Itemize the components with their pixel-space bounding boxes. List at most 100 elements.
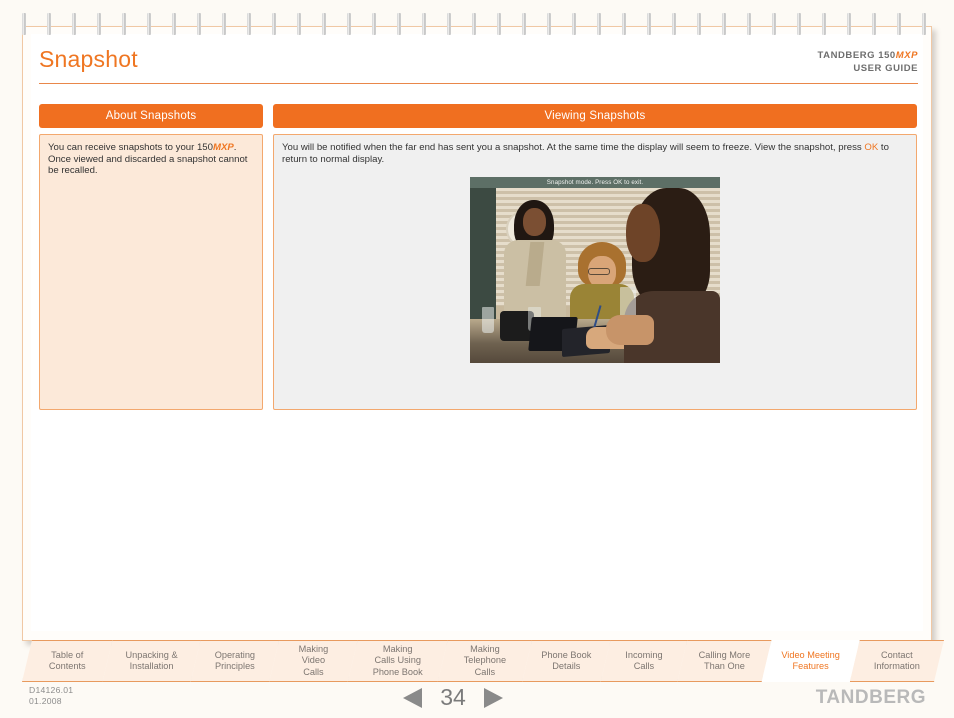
binding-ring [322,13,326,35]
binding-ring [447,13,451,35]
binding-ring [272,13,276,35]
page-sheet: Snapshot TANDBERG 150MXP USER GUIDE Abou… [22,26,932,641]
tab-making-video-calls[interactable]: Making Video Calls [269,640,358,682]
tab-contact-information[interactable]: Contact Information [850,640,944,682]
binding-ring [347,13,351,35]
binding-ring [847,13,851,35]
binding-ring [472,13,476,35]
page-content-area: Snapshot TANDBERG 150MXP USER GUIDE Abou… [31,34,923,631]
binding-ring [747,13,751,35]
page-number: 34 [440,684,466,710]
binding-ring [247,13,251,35]
binding-ring [522,13,526,35]
viewing-text-part1: You will be notified when the far end ha… [282,142,865,153]
person-foreground-face [626,204,660,262]
binding-ring [22,13,26,35]
page-footer: D14126.01 01.2008 34 TANDBERG [0,684,954,718]
about-text-part1: You can receive snapshots to your 150 [48,142,213,153]
tab-calling-more-than-one[interactable]: Calling More Than One [677,640,771,682]
tab-label: Unpacking & Installation [125,649,178,671]
snapshot-mode-caption: Snapshot mode. Press OK to exit. [470,177,720,188]
tab-label: Calling More Than One [698,649,751,671]
binding-ring [822,13,826,35]
guide-label: USER GUIDE [853,62,918,74]
page-header: Snapshot TANDBERG 150MXP USER GUIDE [38,42,918,92]
tab-making-calls-using-phone-book[interactable]: Making Calls Using Phone Book [348,640,448,682]
product-name-prefix: TANDBERG 150 [817,50,896,61]
person-seated-glasses [588,268,610,275]
about-text-mxp: MXP [212,142,234,153]
person-foreground-hand [606,315,654,345]
binding-ring [622,13,626,35]
tab-label: Incoming Calls [625,649,663,671]
snapshot-screenshot: Snapshot mode. Press OK to exit. [470,177,720,363]
tab-label: Phone Book Details [541,649,592,671]
product-identifier: TANDBERG 150MXP USER GUIDE [818,50,918,75]
binding-ring [197,13,201,35]
about-snapshots-body: You can receive snapshots to your 150MXP… [39,134,263,410]
binding-ring [72,13,76,35]
meeting-room-photo [470,188,720,363]
tab-table-of-contents[interactable]: Table of Contents [22,640,112,682]
binding-ring [772,13,776,35]
page-title: Snapshot [39,46,138,72]
binding-ring [122,13,126,35]
section-tab-bar[interactable]: Table of Contents Unpacking & Installation O… [22,640,934,684]
page-navigation[interactable]: 34 [403,684,503,711]
person-standing-face [523,208,546,236]
tab-phone-book-details[interactable]: Phone Book Details [522,640,611,682]
viewing-snapshots-body: You will be notified when the far end ha… [273,134,917,410]
column-viewing-snapshots: Viewing Snapshots You will be notified w… [273,104,917,410]
water-glass-left [482,307,494,333]
spiral-binding [22,13,926,35]
tab-label: Video Meeting Features [781,649,840,671]
tab-label: Operating Principles [214,649,256,671]
binding-ring [597,13,601,35]
viewing-text-ok-key: OK [864,142,879,153]
binding-ring [722,13,726,35]
content-columns: About Snapshots You can receive snapshot… [39,104,917,454]
wall-panel [470,188,496,323]
binding-ring [797,13,801,35]
binding-ring [397,13,401,35]
binding-ring [697,13,701,35]
binding-ring [572,13,576,35]
tab-video-meeting-features[interactable]: Video Meeting Features [762,640,860,682]
binding-ring [547,13,551,35]
tab-incoming-calls[interactable]: Incoming Calls [601,640,688,682]
column-about-snapshots: About Snapshots You can receive snapshot… [39,104,263,410]
binding-ring [922,13,926,35]
binding-ring [222,13,226,35]
binding-ring [422,13,426,35]
tab-label: Making Telephone Calls [463,643,507,677]
binding-ring [147,13,151,35]
document-code: D14126.01 01.2008 [29,685,73,708]
binding-ring [47,13,51,35]
brand-logo: TANDBERG [815,687,926,708]
about-snapshots-heading: About Snapshots [39,104,263,128]
tab-label: Making Video Calls [298,643,329,677]
document-code-line1: D14126.01 [29,685,74,695]
product-name: TANDBERG 150MXP [818,50,918,63]
tab-label: Table of Contents [48,649,86,671]
next-page-arrow-icon[interactable] [484,687,503,708]
tab-label: Contact Information [873,649,920,671]
previous-page-arrow-icon[interactable] [403,687,422,708]
title-divider [39,83,918,84]
document-code-line2: 01.2008 [29,696,62,707]
tab-label: Making Calls Using Phone Book [372,643,423,677]
binding-ring [672,13,676,35]
tab-operating-principles[interactable]: Operating Principles [191,640,280,682]
binding-ring [872,13,876,35]
binding-ring [497,13,501,35]
binding-ring [297,13,301,35]
tab-unpacking-installation[interactable]: Unpacking & Installation [102,640,200,682]
tab-making-telephone-calls[interactable]: Making Telephone Calls [438,640,532,682]
viewing-snapshots-heading: Viewing Snapshots [273,104,917,128]
binding-ring [372,13,376,35]
product-name-mxp: MXP [895,50,918,61]
binding-ring [647,13,651,35]
binding-ring [897,13,901,35]
binding-ring [97,13,101,35]
binding-ring [172,13,176,35]
